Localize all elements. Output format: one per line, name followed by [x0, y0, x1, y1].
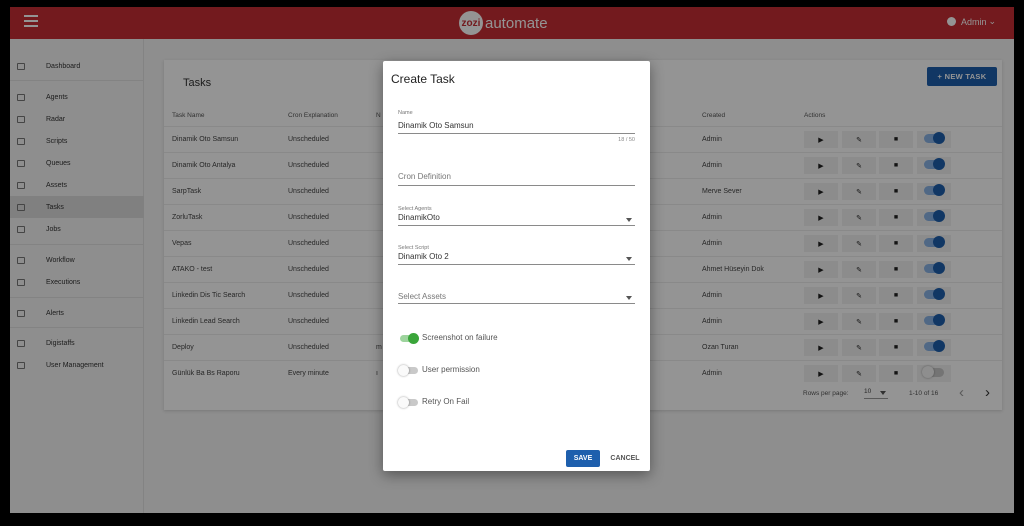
caret-down-icon	[626, 257, 632, 261]
app-window: zozi automate Admin ⌄ Dashboard Agents Rad…	[10, 7, 1014, 513]
toggle-knob	[398, 365, 409, 376]
cancel-button[interactable]: CANCEL	[608, 450, 642, 467]
dialog-toggle-label: Screenshot on failure	[422, 333, 498, 342]
field-underline	[398, 303, 635, 304]
select-agents-label: Select Agents	[398, 206, 432, 212]
create-task-dialog: Create Task Name Dinamik Oto Samsun 18 /…	[383, 61, 650, 471]
field-underline	[398, 133, 635, 134]
cron-definition-placeholder: Cron Definition	[398, 172, 451, 181]
dialog-title: Create Task	[391, 72, 455, 86]
name-field-value[interactable]: Dinamik Oto Samsun	[398, 121, 474, 130]
caret-down-icon	[626, 218, 632, 222]
dialog-toggle-retry-on-fail[interactable]	[398, 397, 418, 408]
field-underline	[398, 225, 635, 226]
toggle-knob	[408, 333, 419, 344]
dialog-toggle-label: Retry On Fail	[422, 397, 470, 406]
dialog-toggle-label: User permission	[422, 365, 480, 374]
select-assets-dropdown[interactable]: Select Assets	[398, 290, 635, 312]
field-underline	[398, 264, 635, 265]
name-char-counter: 18 / 50	[618, 137, 635, 143]
name-field-label: Name	[398, 110, 413, 116]
select-assets-placeholder: Select Assets	[398, 292, 447, 301]
field-underline	[398, 185, 635, 186]
select-script-label: Select Script	[398, 245, 429, 251]
select-agents-dropdown[interactable]: Select Agents DinamikOto	[398, 204, 635, 230]
select-script-dropdown[interactable]: Select Script Dinamik Oto 2	[398, 243, 635, 269]
save-button[interactable]: SAVE	[566, 450, 600, 467]
caret-down-icon	[626, 296, 632, 300]
name-field[interactable]: Name Dinamik Oto Samsun 18 / 50	[398, 108, 635, 148]
dialog-toggle-user-permission[interactable]	[398, 365, 418, 376]
cron-definition-field[interactable]: Cron Definition	[398, 168, 635, 194]
select-agents-value: DinamikOto	[398, 213, 440, 222]
toggle-knob	[398, 397, 409, 408]
dialog-toggle-screenshot-on-failure[interactable]	[400, 333, 419, 344]
select-script-value: Dinamik Oto 2	[398, 252, 449, 261]
